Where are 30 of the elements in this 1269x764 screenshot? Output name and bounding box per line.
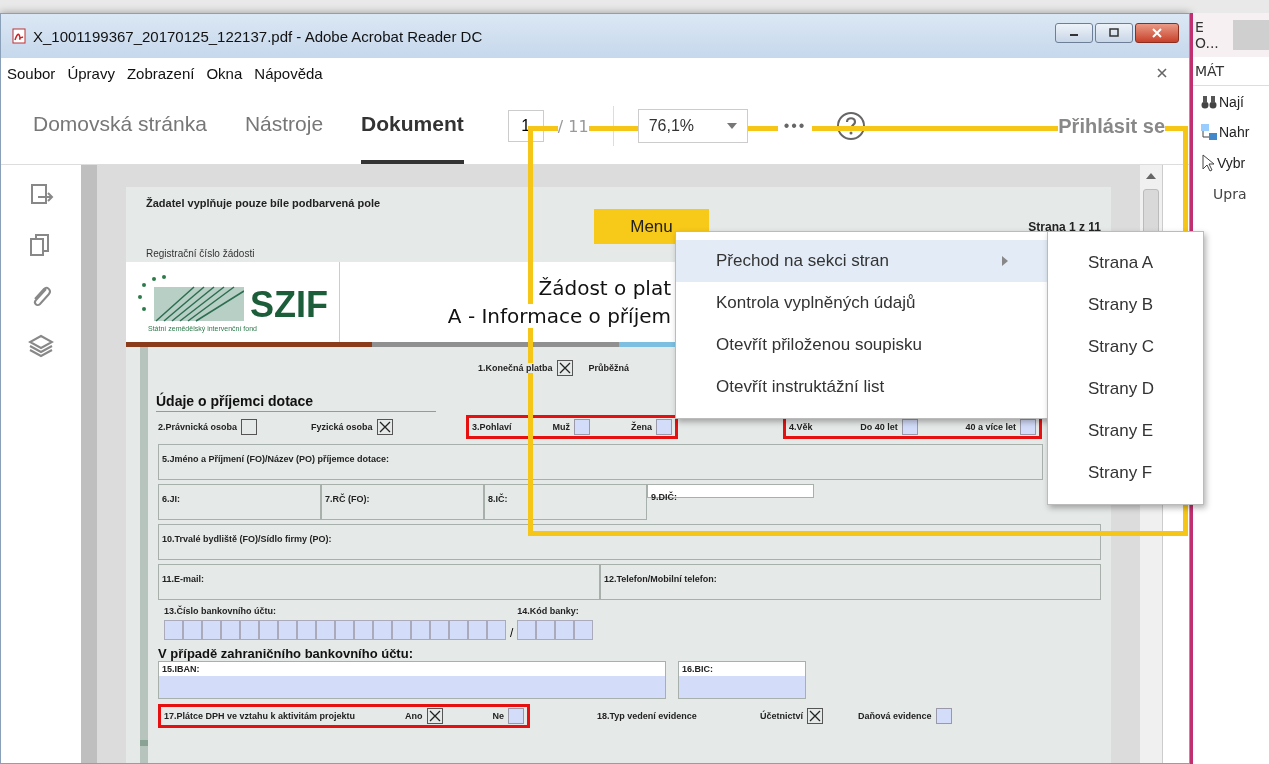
form-title: A - Informace o příjem	[447, 304, 671, 328]
field-label: 3.Pohlaví	[472, 422, 512, 432]
subsection-heading: V případě zahraničního bankovního účtu:	[158, 646, 414, 661]
checkbox-label: Účetnictví	[760, 711, 803, 721]
checkbox-label: Žena	[631, 422, 652, 432]
checkbox-label: 2.Právnická osoba	[158, 422, 238, 432]
field-label: 13.Číslo bankovního účtu:	[164, 606, 277, 616]
form-title: Žádost o plat	[538, 276, 671, 300]
checkbox-label: 1.Konečná platba	[478, 363, 553, 373]
checkbox-label: Muž	[552, 422, 570, 432]
checkbox-label: Fyzická osoba	[311, 422, 373, 432]
separator-text: /	[510, 626, 514, 640]
window-title: X_1001199367_20170125_122137.pdf - Adobe Acrobat Reader DC	[33, 27, 484, 45]
checkbox-label: Ne	[492, 711, 504, 721]
checkbox-label: Daňová evidence	[858, 711, 932, 721]
field-label: Průběžná	[588, 363, 630, 373]
registration-label: Registrační číslo žádosti	[146, 248, 256, 259]
checkbox-label: Ano	[405, 711, 423, 721]
section-heading: Údaje o příjemci dotace	[156, 393, 436, 412]
field-label: 14.Kód banky:	[517, 606, 580, 616]
checkbox-label: 40 a více let	[965, 422, 1016, 432]
ribbon-group-label: Upra	[1212, 186, 1248, 202]
field-label: 4.Věk	[789, 422, 813, 432]
logo-text: SZIF	[250, 286, 328, 323]
checkbox-label: Do 40 let	[860, 422, 898, 432]
window-title: E O...	[1195, 19, 1220, 51]
field-label: 18.Typ vedení evidence	[597, 711, 698, 721]
page-label: Strana 1 z 11	[1028, 220, 1101, 234]
instruction-text: Žadatel vyplňuje pouze bíle podbarvená pole	[146, 197, 382, 209]
field-label: 17.Plátce DPH ve vztahu k aktivitám projektu	[164, 711, 356, 721]
